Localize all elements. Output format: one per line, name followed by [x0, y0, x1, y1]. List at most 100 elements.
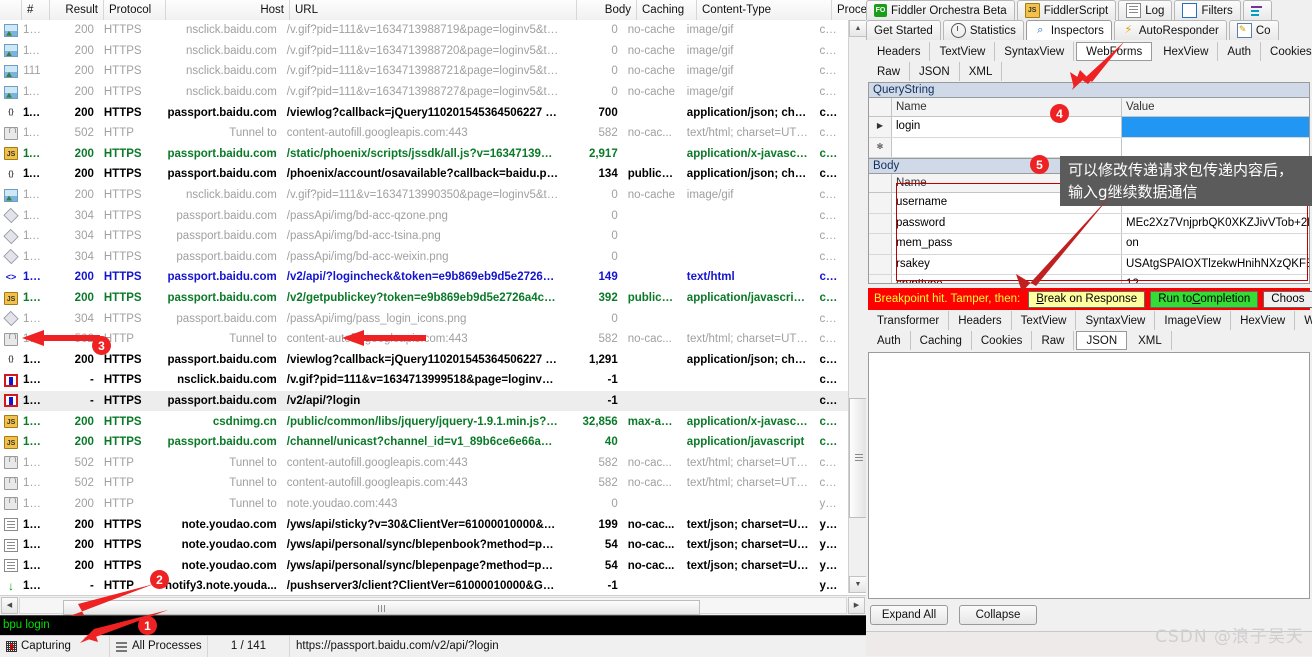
table-row[interactable]: 133200HTTPSnote.youdao.com/yws/api/stick… — [0, 514, 848, 535]
querystring-name[interactable] — [892, 138, 1122, 158]
subtab-hexview[interactable]: HexView — [1231, 311, 1295, 330]
column-header-protocol[interactable]: Protocol — [104, 0, 166, 20]
subtab-auth[interactable]: Auth — [1218, 42, 1261, 61]
sessions-vertical-scrollbar[interactable]: ▲ ▼ — [848, 20, 867, 593]
tab-autoresponder[interactable]: ⚡AutoResponder — [1114, 20, 1227, 40]
scroll-left-arrow-icon[interactable]: ◀ — [1, 597, 18, 614]
status-capturing[interactable]: Capturing — [0, 636, 110, 657]
table-row[interactable]: 130502HTTPTunnel tocontent-autofill.goog… — [0, 452, 848, 473]
subtab-caching[interactable]: Caching — [911, 331, 972, 350]
sessions-horizontal-scrollbar[interactable]: ◀ ▶ — [0, 595, 866, 615]
table-row[interactable]: {}125200HTTPSpassport.baidu.com/viewlog?… — [0, 350, 848, 371]
table-row[interactable]: 110200HTTPSnsclick.baidu.com/v.gif?pid=1… — [0, 41, 848, 62]
body-param-value[interactable]: 12 — [1122, 275, 1309, 284]
subtab-raw[interactable]: Raw — [1032, 331, 1074, 350]
vertical-scroll-thumb[interactable] — [849, 398, 867, 518]
subtab-imageview[interactable]: ImageView — [1155, 311, 1231, 330]
column-header-url[interactable]: URL — [290, 0, 577, 20]
table-row[interactable]: 134200HTTPSnote.youdao.com/yws/api/perso… — [0, 535, 848, 556]
table-row[interactable]: 120304HTTPSpassport.baidu.com/passApi/im… — [0, 247, 848, 268]
querystring-name[interactable]: login — [892, 117, 1122, 137]
querystring-value[interactable] — [1122, 117, 1309, 137]
subtab-syntaxview[interactable]: SyntaxView — [995, 42, 1074, 61]
column-header-result[interactable]: Result — [50, 0, 104, 20]
table-row[interactable]: 127-HTTPSpassport.baidu.com/v2/api/?logi… — [0, 391, 848, 412]
subtab-textview[interactable]: TextView — [1012, 311, 1077, 330]
row-selector-icon[interactable]: ▶ — [869, 117, 892, 137]
subtab-headers[interactable]: Headers — [949, 311, 1011, 330]
quickexec-input[interactable]: bpu login — [0, 616, 866, 635]
scroll-right-arrow-icon[interactable]: ▶ — [848, 597, 865, 614]
run-to-completion-button[interactable]: Run to Completion — [1150, 291, 1258, 308]
tab-inspectors[interactable]: ⌕Inspectors — [1026, 20, 1112, 40]
sessions-list[interactable]: 109200HTTPSnsclick.baidu.com/v.gif?pid=1… — [0, 20, 848, 593]
tab-get-started[interactable]: Get Started — [866, 20, 941, 40]
body-param-value[interactable]: USAtgSPAIOXTlzekwHnihNXzQKFBdEgQ — [1122, 255, 1309, 275]
expand-all-button[interactable]: Expand All — [870, 605, 948, 625]
body-param-name[interactable]: rsakey — [892, 255, 1122, 275]
body-param-name[interactable]: crypttype — [892, 275, 1122, 284]
horizontal-scroll-thumb[interactable] — [63, 600, 700, 615]
table-row[interactable]: 117200HTTPSnsclick.baidu.com/v.gif?pid=1… — [0, 185, 848, 206]
table-row[interactable]: 131502HTTPTunnel tocontent-autofill.goog… — [0, 473, 848, 494]
column-header-content-type[interactable]: Content-Type — [697, 0, 832, 20]
scroll-up-arrow-icon[interactable]: ▲ — [849, 20, 867, 37]
querystring-row[interactable]: ▶login — [869, 117, 1309, 138]
subtab-syntaxview[interactable]: SyntaxView — [1076, 311, 1155, 330]
table-row[interactable]: JS122200HTTPSpassport.baidu.com/v2/getpu… — [0, 288, 848, 309]
row-selector-icon[interactable] — [869, 214, 892, 234]
choose-response-button[interactable]: Choos — [1263, 291, 1312, 308]
subtab-auth[interactable]: Auth — [868, 331, 911, 350]
body-param-value[interactable]: on — [1122, 234, 1309, 254]
column-header-caching[interactable]: Caching — [637, 0, 697, 20]
table-row[interactable]: {}116200HTTPSpassport.baidu.com/phoenix/… — [0, 164, 848, 185]
horizontal-scroll-track[interactable] — [19, 597, 847, 614]
quickexec-box[interactable]: bpu login — [0, 615, 866, 635]
subtab-transformer[interactable]: Transformer — [868, 311, 949, 330]
subtab-cookies[interactable]: Cookies — [972, 331, 1033, 350]
tab-fiddlerscript[interactable]: JSFiddlerScript — [1017, 0, 1117, 20]
querystring-rows[interactable]: ▶login✻ — [869, 117, 1309, 158]
row-selector-icon[interactable] — [869, 193, 892, 213]
table-row[interactable]: 118304HTTPSpassport.baidu.com/passApi/im… — [0, 205, 848, 226]
table-row[interactable]: 126-HTTPSnsclick.baidu.com/v.gif?pid=111… — [0, 370, 848, 391]
table-row[interactable]: 111200HTTPSnsclick.baidu.com/v.gif?pid=1… — [0, 61, 848, 82]
tab-co[interactable]: Co — [1229, 20, 1279, 40]
table-row[interactable]: 124502HTTPTunnel tocontent-autofill.goog… — [0, 329, 848, 350]
body-row[interactable]: passwordMEc2Xz7VnjprbQK0XKZJivVTob+2Harr… — [869, 214, 1309, 235]
break-on-response-button[interactable]: BBreak on Responsereak on Response — [1028, 291, 1145, 308]
subtab-webforms[interactable]: WebForms — [1076, 42, 1152, 61]
subtab-xml[interactable]: XML — [960, 62, 1003, 81]
collapse-button[interactable]: Collapse — [959, 605, 1037, 625]
table-row[interactable]: {}113200HTTPSpassport.baidu.com/viewlog?… — [0, 102, 848, 123]
table-row[interactable]: <>121200HTTPSpassport.baidu.com/v2/api/?… — [0, 267, 848, 288]
table-row[interactable]: JS129200HTTPSpassport.baidu.com/channel/… — [0, 432, 848, 453]
table-row[interactable]: 135200HTTPSnote.youdao.com/yws/api/perso… — [0, 555, 848, 576]
table-row[interactable]: 112200HTTPSnsclick.baidu.com/v.gif?pid=1… — [0, 82, 848, 103]
subtab-textview[interactable]: TextView — [930, 42, 995, 61]
scroll-down-arrow-icon[interactable]: ▼ — [849, 576, 867, 593]
body-rows[interactable]: usernamepasswordMEc2Xz7VnjprbQK0XKZJivVT… — [869, 193, 1309, 284]
tab-fiddler-orchestra-beta[interactable]: FOFiddler Orchestra Beta — [866, 0, 1015, 20]
row-selector-icon[interactable]: ✻ — [869, 138, 892, 158]
body-param-name[interactable]: password — [892, 214, 1122, 234]
status-processes[interactable]: All Processes — [110, 636, 208, 657]
body-row[interactable]: mem_passon — [869, 234, 1309, 255]
table-row[interactable]: 109200HTTPSnsclick.baidu.com/v.gif?pid=1… — [0, 20, 848, 41]
body-param-name[interactable]: mem_pass — [892, 234, 1122, 254]
column-header-process[interactable]: Proce — [832, 0, 866, 20]
subtab-hexview[interactable]: HexView — [1154, 42, 1218, 61]
row-selector-icon[interactable] — [869, 255, 892, 275]
column-header-icon[interactable] — [0, 0, 22, 20]
response-content-area[interactable] — [868, 352, 1310, 599]
tab-timeline-icon[interactable] — [1243, 0, 1272, 20]
table-row[interactable]: 119304HTTPSpassport.baidu.com/passApi/im… — [0, 226, 848, 247]
table-row[interactable]: 114502HTTPTunnel tocontent-autofill.goog… — [0, 123, 848, 144]
subtab-raw[interactable]: Raw — [868, 62, 910, 81]
table-row[interactable]: ↓136-HTTPnotify3.note.youda.../pushserve… — [0, 576, 848, 593]
row-selector-icon[interactable] — [869, 275, 892, 284]
tab-statistics[interactable]: Statistics — [943, 20, 1024, 40]
table-row[interactable]: JS128200HTTPScsdnimg.cn/public/common/li… — [0, 411, 848, 432]
subtab-xml[interactable]: XML — [1129, 331, 1172, 350]
column-header-body[interactable]: Body — [577, 0, 637, 20]
